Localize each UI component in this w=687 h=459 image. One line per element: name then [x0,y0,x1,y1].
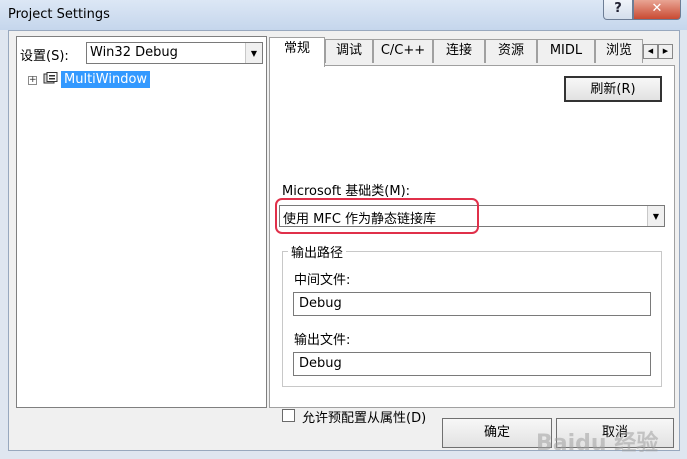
tab-scroll-left-icon[interactable]: ◀ [643,44,658,59]
mfc-label: Microsoft 基础类(M): [282,184,411,199]
tab-link[interactable]: 连接 [433,39,485,63]
intermediate-files-input[interactable]: Debug [293,292,651,316]
refresh-button[interactable]: 刷新(R) [564,76,662,102]
settings-row: 设置(S): Win32 Debug ▼ [20,42,266,64]
tab-midl[interactable]: MIDL [537,39,595,63]
window-title: Project Settings [8,7,110,22]
tab-general[interactable]: 常规 [269,37,325,67]
tab-debug[interactable]: 调试 [325,39,373,63]
output-path-title: 输出路径 [288,242,347,261]
mfc-value: 使用 MFC 作为静态链接库 [283,212,437,227]
output-files-label: 输出文件: [294,333,351,348]
tab-resources[interactable]: 资源 [485,39,537,63]
chevron-down-icon[interactable]: ▼ [647,206,664,226]
cancel-button[interactable]: 取消 [556,418,674,448]
intermediate-label: 中间文件: [294,273,351,288]
dialog-client: 设置(S): Win32 Debug ▼ + MultiWindow 常规 调试… [8,30,680,456]
help-button[interactable]: ? [603,0,633,20]
settings-label: 设置(S): [20,49,69,64]
project-icon [43,72,58,84]
allow-preconfig-checkbox[interactable] [282,409,295,422]
allow-preconfig-label: 允许预配置从属性(D) [302,411,427,426]
chevron-down-icon[interactable]: ▼ [245,43,262,63]
settings-value: Win32 Debug [90,45,178,60]
settings-dropdown[interactable]: Win32 Debug ▼ [86,42,263,64]
title-bar[interactable]: Project Settings ? ✕ [0,0,687,30]
tab-strip: 常规 调试 C/C++ 连接 资源 MIDL 浏览 ◀ ▶ [269,37,679,67]
ok-button[interactable]: 确定 [442,418,552,448]
output-files-input[interactable]: Debug [293,352,651,376]
project-tree-pane: 设置(S): Win32 Debug ▼ + MultiWindow [16,36,267,408]
tab-cpp[interactable]: C/C++ [373,39,433,63]
tree-item-multiwindow[interactable]: MultiWindow [61,71,151,88]
general-tab-panel: 刷新(R) Microsoft 基础类(M): 使用 MFC 作为静态链接库 ▼… [269,65,675,426]
mfc-dropdown[interactable]: 使用 MFC 作为静态链接库 ▼ [279,205,665,227]
project-settings-window: Project Settings ? ✕ 设置(S): Win32 Debug … [0,0,687,459]
tab-scroll-right-icon[interactable]: ▶ [658,44,673,59]
close-button[interactable]: ✕ [633,0,681,20]
expand-icon[interactable]: + [28,76,37,85]
tab-browse[interactable]: 浏览 [595,39,643,63]
